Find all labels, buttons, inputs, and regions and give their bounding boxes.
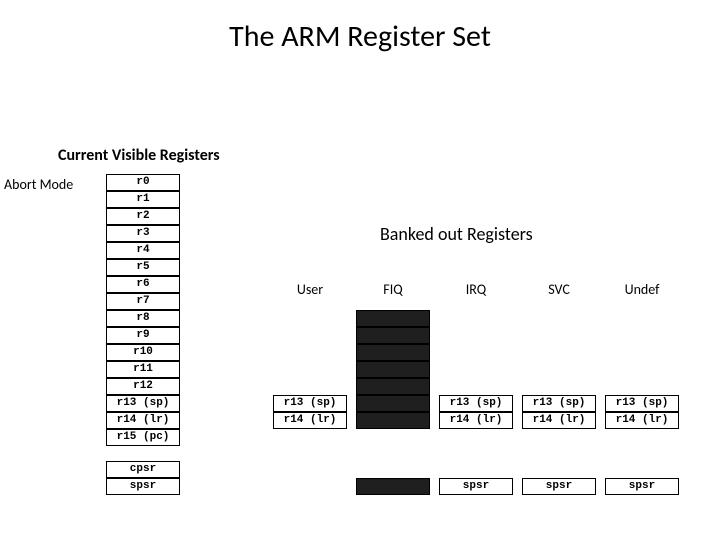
register-cell: r5 <box>106 259 180 276</box>
column-header-irq: IRQ <box>439 281 513 298</box>
register-cell: r14 (lr) <box>439 412 513 429</box>
register-cell: r11 <box>356 361 430 378</box>
column-header-svc: SVC <box>522 281 596 298</box>
register-cell: r13 (sp) <box>356 395 430 412</box>
register-cell: r1 <box>106 191 180 208</box>
main-register-column: r0 r1 r2 r3 r4 r5 r6 r7 r8 r9 r10 r11 r1… <box>106 174 180 446</box>
register-cell: r6 <box>106 276 180 293</box>
banked-column-undef: r13 (sp) r14 (lr) <box>605 395 679 429</box>
register-cell-cpsr: cpsr <box>106 461 180 478</box>
register-cell: r13 (sp) <box>273 395 347 412</box>
banked-registers-label: Banked out Registers <box>380 223 533 245</box>
register-cell: r14 (lr) <box>605 412 679 429</box>
banked-spsr-undef: spsr <box>605 478 679 495</box>
register-cell-spsr: spsr <box>605 478 679 495</box>
register-cell: r8 <box>356 310 430 327</box>
register-cell: r14 (lr) <box>522 412 596 429</box>
banked-column-fiq: r8 r9 r10 r11 r12 r13 (sp) r14 (lr) <box>356 310 430 429</box>
register-cell: r13 (sp) <box>605 395 679 412</box>
register-cell-spsr: spsr <box>106 478 180 495</box>
register-cell-spsr: spsr <box>356 478 430 495</box>
register-cell: r9 <box>356 327 430 344</box>
register-cell: r13 (sp) <box>522 395 596 412</box>
banked-spsr-irq: spsr <box>439 478 513 495</box>
column-header-undef: Undef <box>605 281 679 298</box>
banked-column-svc: r13 (sp) r14 (lr) <box>522 395 596 429</box>
register-cell: r13 (sp) <box>106 395 180 412</box>
status-register-column: cpsr spsr <box>106 461 180 495</box>
visible-registers-label: Current Visible Registers <box>58 146 220 165</box>
register-cell: r14 (lr) <box>106 412 180 429</box>
register-cell: r12 <box>106 378 180 395</box>
register-cell: r9 <box>106 327 180 344</box>
register-cell: r10 <box>356 344 430 361</box>
register-cell: r4 <box>106 242 180 259</box>
register-cell-spsr: spsr <box>439 478 513 495</box>
register-cell: r0 <box>106 174 180 191</box>
register-cell: r15 (pc) <box>106 429 180 446</box>
register-cell: r13 (sp) <box>439 395 513 412</box>
register-cell: r10 <box>106 344 180 361</box>
register-cell: r3 <box>106 225 180 242</box>
register-cell: r8 <box>106 310 180 327</box>
banked-spsr-svc: spsr <box>522 478 596 495</box>
column-header-user: User <box>273 281 347 298</box>
page-title: The ARM Register Set <box>0 18 720 55</box>
mode-label: Abort Mode <box>4 176 73 193</box>
banked-spsr-fiq: spsr <box>356 478 430 495</box>
column-header-fiq: FIQ <box>356 281 430 298</box>
register-cell: r14 (lr) <box>273 412 347 429</box>
register-cell-spsr: spsr <box>522 478 596 495</box>
register-cell: r7 <box>106 293 180 310</box>
banked-column-irq: r13 (sp) r14 (lr) <box>439 395 513 429</box>
banked-column-user: r13 (sp) r14 (lr) <box>273 395 347 429</box>
register-cell: r12 <box>356 378 430 395</box>
register-cell: r14 (lr) <box>356 412 430 429</box>
register-cell: r11 <box>106 361 180 378</box>
register-cell: r2 <box>106 208 180 225</box>
